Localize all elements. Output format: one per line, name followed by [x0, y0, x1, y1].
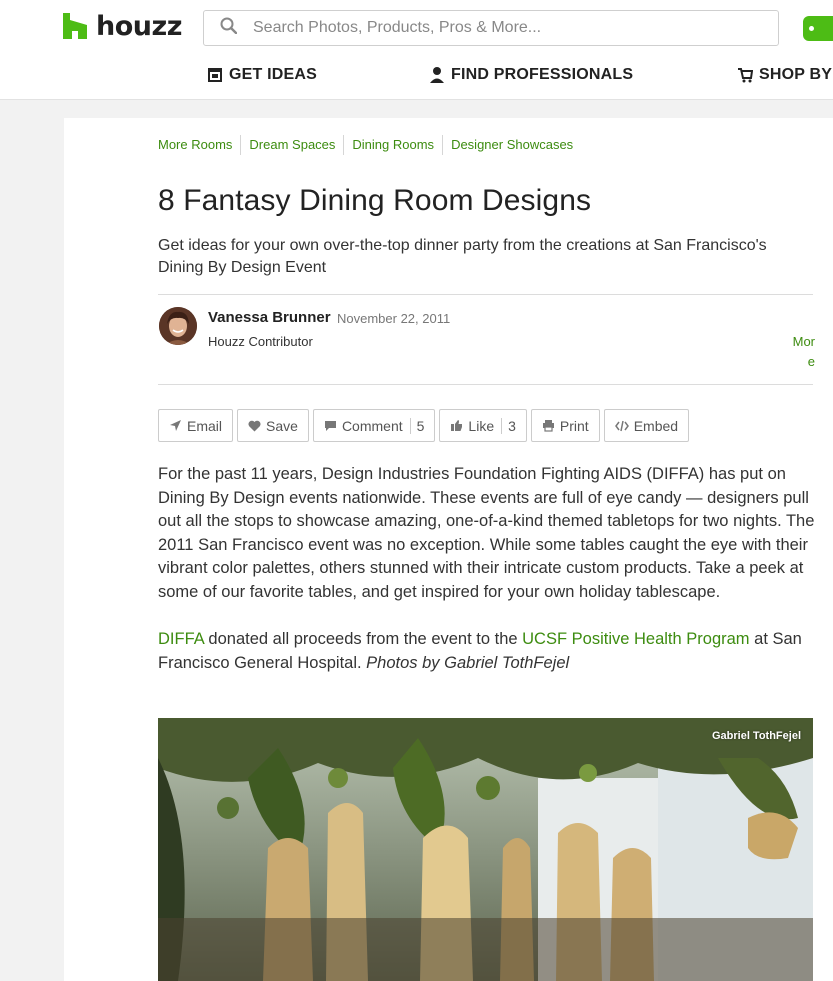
breadcrumb-dining-rooms[interactable]: Dining Rooms [343, 135, 442, 155]
author-role: Houzz Contributor [208, 334, 313, 349]
article-paragraph: DIFFA donated all proceeds from the even… [158, 628, 818, 675]
houzz-logo[interactable]: houzz [63, 10, 182, 42]
main-nav: GET IDEAS FIND PROFESSIONALS SHOP BY D [0, 66, 833, 88]
embed-button[interactable]: Embed [603, 409, 690, 442]
photo-credit: Gabriel TothFejel [711, 730, 801, 742]
divider [158, 294, 813, 295]
comment-button[interactable]: Comment 5 [312, 409, 436, 442]
like-label: Like [468, 417, 495, 434]
save-button[interactable]: Save [237, 409, 309, 442]
cart-tag-icon[interactable] [803, 16, 833, 41]
save-label: Save [266, 417, 298, 434]
nav-label: SHOP BY D [759, 66, 833, 83]
comment-icon [324, 420, 336, 431]
search-bar[interactable] [203, 10, 779, 46]
email-button[interactable]: Email [158, 409, 234, 442]
breadcrumb-designer-showcases[interactable]: Designer Showcases [442, 135, 581, 155]
nav-label: GET IDEAS [229, 66, 318, 83]
divider [158, 384, 813, 385]
article-title: 8 Fantasy Dining Room Designs [158, 184, 592, 217]
nav-get-ideas[interactable]: GET IDEAS [207, 66, 317, 84]
diffa-link[interactable]: DIFFA [158, 630, 204, 648]
send-icon [170, 420, 181, 431]
breadcrumb-more-rooms[interactable]: More Rooms [158, 135, 240, 155]
author-name[interactable]: Vanessa Brunner [208, 309, 331, 326]
ucsf-link[interactable]: UCSF Positive Health Program [522, 630, 749, 648]
comment-label: Comment [341, 417, 403, 434]
article-container: More Rooms Dream Spaces Dining Rooms Des… [64, 118, 833, 981]
avatar[interactable] [159, 307, 197, 345]
logo-text: houzz [96, 10, 182, 42]
paragraph-text: donated all proceeds from the event to t… [203, 630, 523, 649]
printer-icon [542, 420, 554, 432]
email-label: Email [187, 417, 223, 434]
professional-icon [430, 67, 444, 83]
publish-date: November 22, 2011 [337, 311, 451, 326]
article-subtitle: Get ideas for your own over-the-top dinn… [158, 237, 767, 276]
top-header: houzz GET IDEAS FIND PROFESSIONALS SHOP … [0, 0, 833, 100]
search-input[interactable] [253, 19, 733, 37]
like-count: 3 [501, 417, 516, 434]
comment-count: 5 [409, 417, 424, 434]
breadcrumb: More Rooms Dream Spaces Dining Rooms Des… [158, 135, 581, 155]
search-icon [220, 17, 238, 39]
more-link[interactable]: More [788, 332, 815, 372]
article-body: For the past 11 years, Design Industries… [158, 463, 818, 699]
gallery-icon [208, 68, 222, 82]
photo-credit-text: Photos by Gabriel TothFejel [366, 653, 570, 672]
thumbs-up-icon [451, 420, 463, 431]
houzz-logo-icon [63, 13, 87, 39]
article-photo[interactable]: Gabriel TothFejel [158, 718, 813, 981]
like-button[interactable]: Like 3 [439, 409, 527, 442]
embed-label: Embed [633, 417, 679, 434]
nav-label: FIND PROFESSIONALS [451, 66, 634, 83]
code-icon [614, 420, 629, 431]
heart-icon [248, 420, 261, 431]
nav-shop[interactable]: SHOP BY D [737, 66, 833, 84]
action-toolbar: Email Save Comment 5 Like 3 Print Embed [158, 409, 690, 442]
article-paragraph: For the past 11 years, Design Industries… [158, 465, 815, 601]
print-label: Print [559, 417, 589, 434]
breadcrumb-dream-spaces[interactable]: Dream Spaces [240, 135, 343, 155]
print-button[interactable]: Print [530, 409, 600, 442]
nav-find-professionals[interactable]: FIND PROFESSIONALS [429, 66, 633, 84]
shopping-cart-icon [738, 68, 753, 83]
